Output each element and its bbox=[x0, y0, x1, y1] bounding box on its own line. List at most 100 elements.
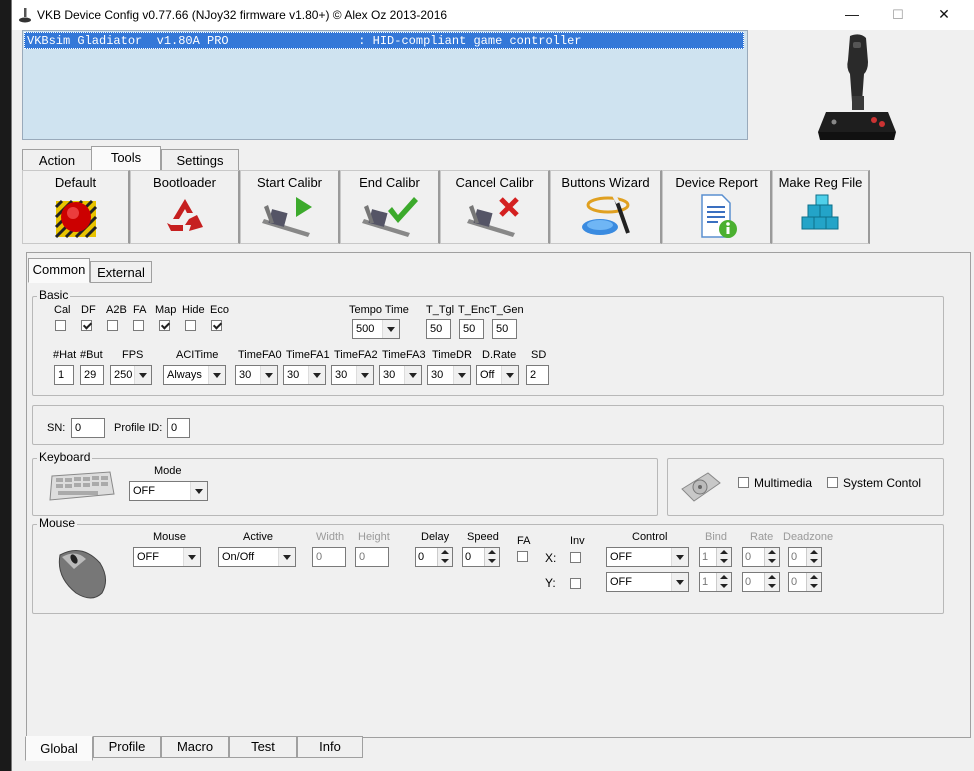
control-y-dropdown[interactable]: OFF bbox=[606, 572, 689, 592]
flag-eco-checkbox[interactable] bbox=[211, 320, 222, 331]
y-axis-label: Y: bbox=[545, 576, 556, 590]
main-window: VKB Device Config v0.77.66 (NJoy32 firmw… bbox=[11, 0, 974, 771]
deadzone-y-spinner[interactable]: 0 bbox=[788, 572, 822, 592]
height-input[interactable]: 0 bbox=[355, 547, 389, 567]
start-calibr-button[interactable]: Start Calibr bbox=[240, 170, 340, 244]
tab-tools[interactable]: Tools bbox=[91, 146, 161, 171]
drate-label: D.Rate bbox=[482, 349, 517, 361]
default-button[interactable]: Default bbox=[22, 170, 130, 244]
tab-macro[interactable]: Macro bbox=[161, 736, 229, 758]
make-reg-file-button[interactable]: Make Reg File bbox=[772, 170, 870, 244]
spin-arrows-icon[interactable] bbox=[437, 548, 452, 566]
chevron-down-icon bbox=[208, 366, 225, 384]
control-y-value: OFF bbox=[610, 576, 632, 588]
hat-label: #Hat bbox=[53, 349, 77, 361]
buttons-wizard-button[interactable]: Buttons Wizard bbox=[550, 170, 662, 244]
bind-x-spinner[interactable]: 1 bbox=[699, 547, 732, 567]
chevron-down-icon bbox=[278, 548, 295, 566]
default-label: Default bbox=[54, 175, 97, 190]
cancel-calibr-label: Cancel Calibr bbox=[455, 175, 534, 190]
width-input[interactable]: 0 bbox=[312, 547, 346, 567]
speed-spinner[interactable]: 0 bbox=[462, 547, 500, 567]
chevron-down-icon bbox=[356, 366, 373, 384]
mouse-mode-dropdown[interactable]: OFF bbox=[133, 547, 201, 567]
red-button-icon bbox=[54, 199, 97, 239]
tab-action[interactable]: Action bbox=[22, 149, 92, 171]
acitime-value: Always bbox=[167, 369, 202, 381]
active-value: On/Off bbox=[222, 551, 255, 563]
fps-dropdown[interactable]: 250 bbox=[110, 365, 152, 385]
flag-hide-checkbox[interactable] bbox=[185, 320, 196, 331]
acitime-dropdown[interactable]: Always bbox=[163, 365, 226, 385]
tab-profile[interactable]: Profile bbox=[93, 736, 161, 758]
invert-x-checkbox[interactable] bbox=[570, 552, 581, 563]
sd-input[interactable]: 2 bbox=[526, 365, 549, 385]
flag-fa-checkbox[interactable] bbox=[133, 320, 144, 331]
flag-a2b-checkbox[interactable] bbox=[107, 320, 118, 331]
system-control-checkbox[interactable] bbox=[827, 477, 838, 488]
profile-id-input[interactable]: 0 bbox=[167, 418, 190, 438]
flag-map-checkbox[interactable] bbox=[159, 320, 170, 331]
magic-wand-icon bbox=[581, 194, 630, 235]
mouse-fa-checkbox[interactable] bbox=[517, 551, 528, 562]
rate-y-spinner[interactable]: 0 bbox=[742, 572, 780, 592]
active-dropdown[interactable]: On/Off bbox=[218, 547, 296, 567]
tab-global[interactable]: Global bbox=[25, 736, 93, 761]
tab-info[interactable]: Info bbox=[297, 736, 363, 758]
multimedia-checkbox[interactable] bbox=[738, 477, 749, 488]
tab-external[interactable]: External bbox=[90, 261, 152, 283]
deadzone-x-value: 0 bbox=[791, 551, 798, 563]
t-enc-input[interactable]: 50 bbox=[459, 319, 484, 339]
bind-y-value: 1 bbox=[702, 576, 709, 588]
spin-arrows-icon[interactable] bbox=[716, 548, 731, 566]
timefa0-dropdown[interactable]: 30 bbox=[235, 365, 278, 385]
rate-x-spinner[interactable]: 0 bbox=[742, 547, 780, 567]
spin-arrows-icon[interactable] bbox=[764, 573, 779, 591]
deadzone-y-value: 0 bbox=[791, 576, 798, 588]
tab-test[interactable]: Test bbox=[229, 736, 297, 758]
timefa1-dropdown[interactable]: 30 bbox=[283, 365, 326, 385]
multimedia-label: Multimedia bbox=[754, 476, 813, 490]
minimize-button[interactable]: — bbox=[829, 0, 875, 30]
deadzone-x-spinner[interactable]: 0 bbox=[788, 547, 822, 567]
maximize-button[interactable]: ☐ bbox=[875, 0, 921, 30]
timefa2-dropdown[interactable]: 30 bbox=[331, 365, 374, 385]
end-calibr-button[interactable]: End Calibr bbox=[340, 170, 440, 244]
timefa3-label: TimeFA3 bbox=[382, 349, 426, 361]
close-button[interactable]: ✕ bbox=[921, 0, 967, 30]
t-gen-input[interactable]: 50 bbox=[492, 319, 517, 339]
spin-arrows-icon[interactable] bbox=[806, 573, 821, 591]
timedr-dropdown[interactable]: 30 bbox=[427, 365, 471, 385]
spin-arrows-icon[interactable] bbox=[764, 548, 779, 566]
keyboard-mode-dropdown[interactable]: OFF bbox=[129, 481, 208, 501]
hat-input[interactable]: 1 bbox=[54, 365, 74, 385]
tempo-time-dropdown[interactable]: 500 bbox=[352, 319, 400, 339]
device-list-item[interactable]: VKBsim Gladiator v1.80A PRO : HID-compli… bbox=[24, 32, 744, 49]
t-tgl-label: T_Tgl bbox=[426, 304, 455, 316]
bind-y-spinner[interactable]: 1 bbox=[699, 572, 732, 592]
sn-input[interactable]: 0 bbox=[71, 418, 105, 438]
invert-y-checkbox[interactable] bbox=[570, 578, 581, 589]
but-input[interactable]: 29 bbox=[80, 365, 104, 385]
drate-dropdown[interactable]: Off bbox=[476, 365, 519, 385]
spin-arrows-icon[interactable] bbox=[484, 548, 499, 566]
timefa3-dropdown[interactable]: 30 bbox=[379, 365, 422, 385]
bootloader-button[interactable]: Bootloader bbox=[130, 170, 240, 244]
delay-spinner[interactable]: 0 bbox=[415, 547, 453, 567]
flag-cal-checkbox[interactable] bbox=[55, 320, 66, 331]
x-axis-label: X: bbox=[545, 551, 557, 565]
spin-arrows-icon[interactable] bbox=[806, 548, 821, 566]
registry-cubes-icon bbox=[801, 194, 838, 230]
cancel-calibr-button[interactable]: Cancel Calibr bbox=[440, 170, 550, 244]
device-list[interactable]: VKBsim Gladiator v1.80A PRO : HID-compli… bbox=[22, 30, 748, 140]
t-tgl-input[interactable]: 50 bbox=[426, 319, 451, 339]
delay-label: Delay bbox=[421, 531, 450, 543]
flag-df-checkbox[interactable] bbox=[81, 320, 92, 331]
spin-arrows-icon[interactable] bbox=[716, 573, 731, 591]
tab-common[interactable]: Common bbox=[28, 258, 90, 283]
tab-settings[interactable]: Settings bbox=[161, 149, 239, 171]
width-label: Width bbox=[316, 531, 345, 543]
profile-id-label: Profile ID: bbox=[114, 422, 163, 434]
device-report-button[interactable]: Device Report bbox=[662, 170, 772, 244]
control-x-dropdown[interactable]: OFF bbox=[606, 547, 689, 567]
